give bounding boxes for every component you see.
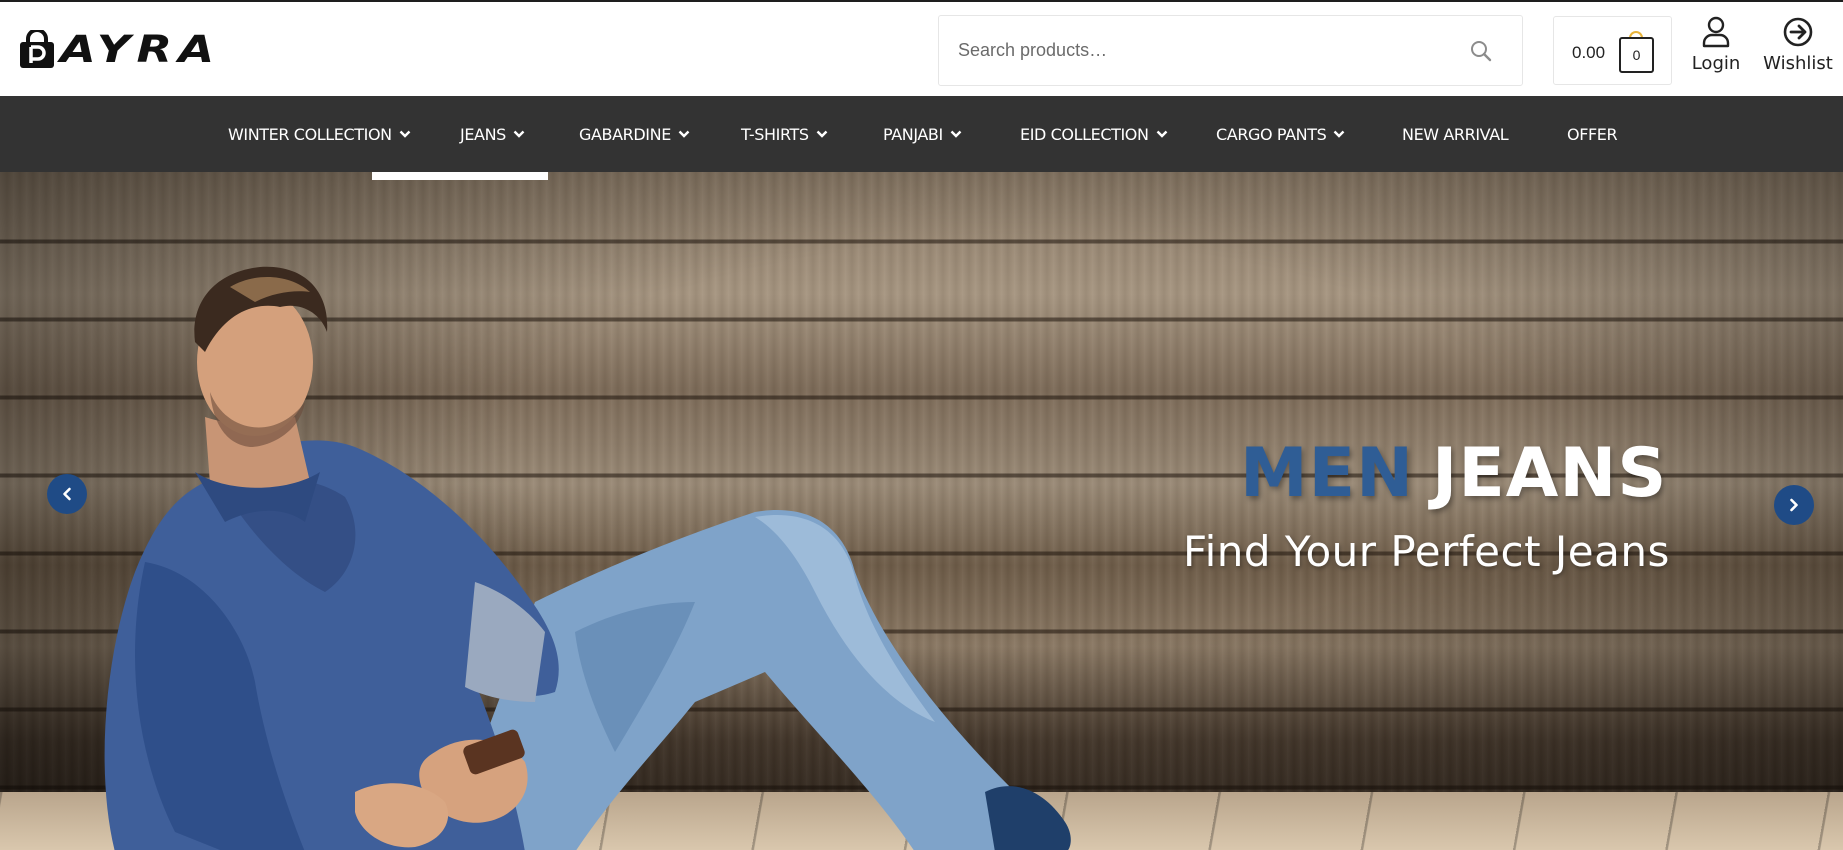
arrow-right-circle-icon <box>1783 17 1813 47</box>
chevron-down-icon <box>816 130 828 138</box>
cart-count: 0 <box>1619 37 1654 73</box>
nav-item-jeans[interactable]: JEANS <box>460 96 525 172</box>
hero-slider: MEN JEANS Find Your Perfect Jeans <box>0 172 1843 850</box>
chevron-down-icon <box>1156 130 1167 138</box>
logo-text: AYRA <box>60 28 221 71</box>
login-link[interactable]: Login <box>1681 16 1751 86</box>
hero-headline-main: JEANS <box>1432 434 1668 513</box>
login-label: Login <box>1691 53 1741 74</box>
chevron-left-icon <box>63 487 71 501</box>
nav-item-gabardine[interactable]: GABARDINE <box>579 96 690 172</box>
wishlist-label: Wishlist <box>1763 53 1833 74</box>
nav-item-offer[interactable]: OFFER <box>1567 96 1618 172</box>
search-input[interactable] <box>958 30 1438 71</box>
slider-prev-button[interactable] <box>47 474 87 514</box>
nav-dropdown-indicator <box>372 172 548 180</box>
nav-item-t-shirts[interactable]: T-SHIRTS <box>741 96 828 172</box>
main-navigation: WINTER COLLECTION JEANS GABARDINE T-SHIR… <box>0 96 1843 172</box>
wishlist-link[interactable]: Wishlist <box>1758 16 1838 86</box>
chevron-down-icon <box>678 130 690 138</box>
nav-item-panjabi[interactable]: PANJABI <box>883 96 962 172</box>
nav-item-label: OFFER <box>1567 124 1618 144</box>
hero-model-image <box>104 266 1071 850</box>
search-icon[interactable] <box>1470 40 1492 62</box>
site-logo[interactable]: AYRA <box>18 28 214 72</box>
nav-item-label: CARGO PANTS <box>1216 124 1327 144</box>
nav-item-eid-collection[interactable]: EID COLLECTION <box>1020 96 1168 172</box>
cart-total: 0.00 <box>1572 43 1606 62</box>
nav-item-cargo-pants[interactable]: CARGO PANTS <box>1216 96 1345 172</box>
nav-item-label: GABARDINE <box>579 124 671 144</box>
user-icon <box>1702 16 1730 48</box>
nav-item-label: WINTER COLLECTION <box>228 124 392 144</box>
hero-headline: MEN JEANS <box>1240 434 1667 513</box>
chevron-down-icon <box>950 130 962 138</box>
cart-button[interactable]: 0.00 0 <box>1553 16 1672 85</box>
slider-next-button[interactable] <box>1774 485 1814 525</box>
nav-item-label: EID COLLECTION <box>1020 124 1149 144</box>
chevron-right-icon <box>1790 498 1798 512</box>
chevron-down-icon <box>1334 130 1345 138</box>
nav-item-label: NEW ARRIVAL <box>1402 124 1509 144</box>
nav-item-winter-collection[interactable]: WINTER COLLECTION <box>228 96 411 172</box>
shopping-bag-icon <box>20 30 54 68</box>
nav-item-label: PANJABI <box>883 124 943 144</box>
site-header: AYRA 0.00 0 Login Wishlist <box>0 0 1843 96</box>
hero-headline-accent: MEN <box>1240 434 1415 513</box>
chevron-down-icon <box>513 130 525 138</box>
chevron-down-icon <box>399 130 411 138</box>
nav-item-new-arrival[interactable]: NEW ARRIVAL <box>1402 96 1509 172</box>
search-bar <box>938 15 1523 86</box>
hero-subheadline: Find Your Perfect Jeans <box>1183 527 1670 576</box>
nav-item-label: JEANS <box>460 124 506 144</box>
nav-item-label: T-SHIRTS <box>741 124 809 144</box>
